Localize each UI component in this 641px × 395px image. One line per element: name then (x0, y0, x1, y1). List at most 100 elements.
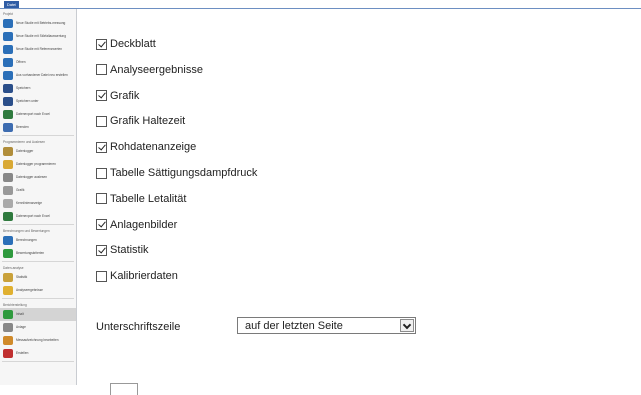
report-option-label: Grafik (110, 89, 140, 102)
graph-icon (3, 186, 13, 195)
sidebar-item[interactable]: Berechnungen (0, 234, 76, 247)
sidebar-item-label: Neue Studie mit Betriebs-messung (16, 20, 66, 25)
sidebar-item-label: Analyseergebnisse (16, 287, 43, 292)
sidebar-item[interactable]: Speichern (0, 82, 76, 95)
report-option-row[interactable]: Kalibrierdaten (96, 268, 178, 284)
attachment-icon (3, 323, 13, 332)
sidebar-item[interactable]: Datenexport nach Excel (0, 108, 76, 121)
report-option-row[interactable]: Tabelle Letalität (96, 191, 186, 207)
globe-icon (3, 19, 13, 28)
report-option-checkbox[interactable] (96, 90, 107, 102)
excel-icon (3, 212, 13, 221)
signature-line-dropdown[interactable]: auf der letzten Seite (237, 317, 416, 334)
report-option-row[interactable]: Grafik (96, 88, 139, 104)
report-option-checkbox[interactable] (96, 270, 107, 282)
sidebar-item-label: Beenden (16, 124, 29, 129)
content-check-icon (3, 310, 13, 319)
sidebar-item-label: Datenlogger programmieren (16, 161, 56, 166)
report-option-row[interactable]: Deckblatt (96, 36, 156, 52)
report-option-checkbox[interactable] (96, 193, 107, 205)
sidebar-section-title: Projekt (3, 12, 13, 16)
report-option-label: Kalibrierdaten (110, 270, 178, 283)
sidebar-item[interactable]: Datenlogger auslesen (0, 171, 76, 184)
sidebar-item-label: Datenlogger (16, 148, 34, 153)
open-globe-icon (3, 58, 13, 67)
report-option-checkbox[interactable] (96, 141, 107, 153)
sidebar-item-label: Bewertungskriterien (16, 250, 45, 255)
sidebar-item-label: Öffnen (16, 59, 26, 64)
report-option-label: Tabelle Letalität (110, 192, 187, 205)
sidebar-item[interactable]: Grafik (0, 184, 76, 197)
save-icon (3, 84, 13, 93)
sidebar-item[interactable]: Neue Studie mit Störfallauswertung (0, 30, 76, 43)
sidebar-item[interactable]: Inhalt (0, 308, 76, 321)
sidebar-item-label: Neue Studie mit Referenzwerten (16, 46, 63, 51)
sidebar-item[interactable]: Anlage (0, 321, 76, 334)
report-option-checkbox[interactable] (96, 244, 107, 256)
report-option-row[interactable]: Rohdatenanzeige (96, 139, 196, 155)
sidebar-item[interactable]: Beenden (0, 121, 76, 134)
report-option-label: Statistik (110, 244, 149, 257)
exit-icon (3, 123, 13, 132)
sidebar-item-label: Anlage (16, 324, 26, 329)
report-option-checkbox[interactable] (96, 38, 107, 50)
signature-line-label: Unterschriftszeile (96, 321, 181, 333)
print-icon (3, 349, 13, 358)
sidebar-item-label: Speichern (16, 85, 31, 90)
sidebar-item[interactable]: Datenexport nach Excel (0, 210, 76, 223)
sidebar-section-title: Daten-analyse (3, 266, 24, 270)
sidebar-item-label: Grafik (16, 187, 25, 192)
sidebar-item[interactable]: Bewertungskriterien (0, 247, 76, 260)
sidebar-item[interactable]: Öffnen (0, 56, 76, 69)
sidebar-item-label: Datenlogger auslesen (16, 174, 48, 179)
sidebar-item-label: Erstellen (16, 350, 29, 355)
sidebar-item[interactable]: Kennlinienanzeige (0, 197, 76, 210)
globe-icon (3, 45, 13, 54)
sidebar-item[interactable]: Neue Studie mit Referenzwerten (0, 43, 76, 56)
check-icon (3, 249, 13, 258)
sidebar-item[interactable]: Speichern unter (0, 95, 76, 108)
report-option-label: Grafik Haltezeit (110, 115, 186, 128)
readout-icon (3, 173, 13, 182)
sidebar-item-label: Kennlinienanzeige (16, 200, 43, 205)
report-option-row[interactable]: Anlagenbilder (96, 217, 177, 233)
sidebar-item[interactable]: Erstellen (0, 347, 76, 360)
logger-icon (3, 147, 13, 156)
ribbon-bar: Datei (0, 0, 641, 9)
report-option-checkbox[interactable] (96, 115, 107, 127)
signature-line-value: auf der letzten Seite (245, 319, 343, 332)
file-menu-button[interactable]: Datei (4, 1, 19, 8)
sidebar-divider (2, 224, 74, 225)
sidebar-item[interactable]: Analyseergebnisse (0, 284, 76, 297)
report-option-label: Rohdatenanzeige (110, 141, 197, 154)
sidebar-divider (2, 298, 74, 299)
sidebar-section-title: Berechnungen und Bewertungen (3, 229, 50, 233)
sidebar-item[interactable]: Statistik (0, 271, 76, 284)
chevron-down-icon[interactable] (400, 319, 414, 332)
globe-icon (3, 32, 13, 41)
analysis-icon (3, 286, 13, 295)
report-option-row[interactable]: Grafik Haltezeit (96, 113, 185, 129)
sidebar-item-label: Berechnungen (16, 237, 37, 242)
sidebar-item-label: Neue Studie mit Störfallauswertung (16, 33, 66, 38)
sidebar-item[interactable]: Messaufzeichnung bearbeiten (0, 334, 76, 347)
report-option-row[interactable]: Tabelle Sättigungsdampfdruck (96, 165, 257, 181)
sidebar-item[interactable]: Neue Studie mit Betriebs-messung (0, 17, 76, 30)
save-as-icon (3, 97, 13, 106)
report-option-row[interactable]: Statistik (96, 242, 149, 258)
report-option-checkbox[interactable] (96, 167, 107, 179)
sidebar-item-label: Datenexport nach Excel (16, 213, 50, 218)
sidebar-item-label: Aus vorhandener Datei neu erstellen (16, 72, 68, 77)
sidebar-item-label: Statistik (16, 274, 28, 279)
sidebar-item[interactable]: Datenlogger programmieren (0, 158, 76, 171)
sidebar-item-label: Inhalt (16, 311, 24, 316)
sidebar-item[interactable]: Datenlogger (0, 145, 76, 158)
report-option-checkbox[interactable] (96, 64, 107, 76)
sidebar-item-label: Speichern unter (16, 98, 39, 103)
sidebar-divider (2, 135, 74, 136)
sidebar-section-title: Berichterstellung (3, 303, 27, 307)
report-option-checkbox[interactable] (96, 219, 107, 231)
report-option-row[interactable]: Analyseergebnisse (96, 62, 203, 78)
sidebar-item[interactable]: Aus vorhandener Datei neu erstellen (0, 69, 76, 82)
sidebar-item-label: Messaufzeichnung bearbeiten (16, 337, 59, 342)
